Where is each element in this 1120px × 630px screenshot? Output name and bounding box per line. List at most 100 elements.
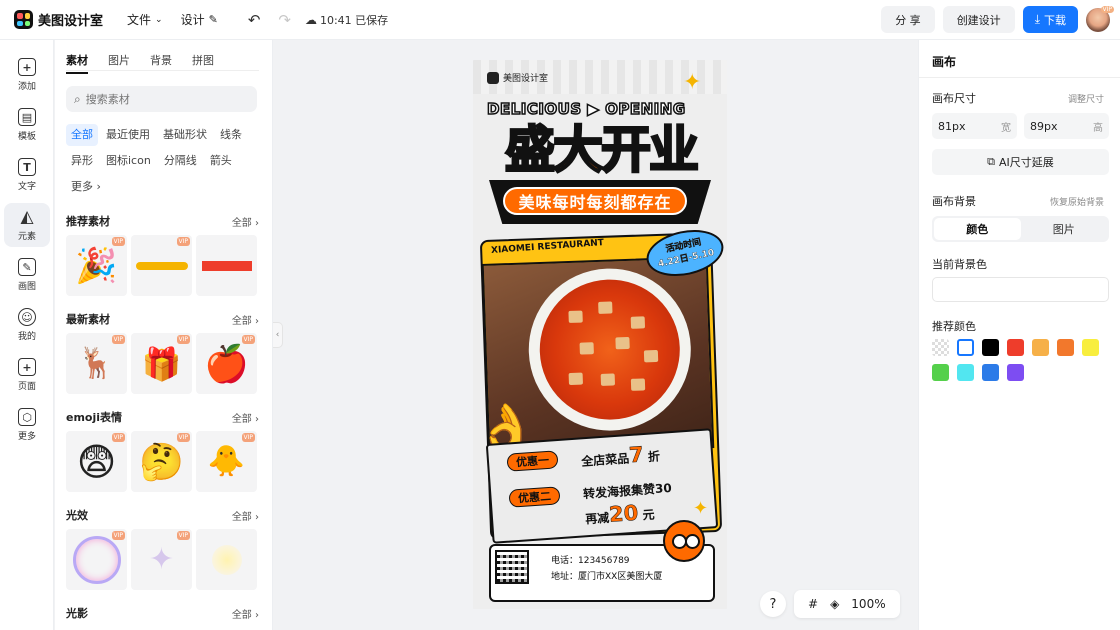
- grid-icon[interactable]: #: [808, 597, 818, 611]
- panel-divider: [919, 77, 1120, 78]
- save-status-text: 10:41 已保存: [319, 13, 389, 27]
- chip-recent[interactable]: 最近使用: [101, 124, 155, 146]
- bg-tab-color[interactable]: 颜色: [934, 218, 1021, 240]
- vip-badge: VIP: [241, 433, 255, 442]
- emoji-shocked-item[interactable]: 😨 VIP: [66, 431, 127, 492]
- brand-logo-icon: [487, 71, 499, 84]
- party-popper-item[interactable]: 🎉 VIP: [66, 235, 127, 296]
- app-name: 美图设计室: [38, 14, 104, 29]
- section-all-link[interactable]: 全部 ›: [232, 410, 259, 425]
- plus-square-icon: +: [18, 58, 36, 76]
- nav-text-label: 文字: [17, 182, 36, 192]
- deal2-unit: 元: [642, 507, 656, 523]
- avatar[interactable]: VIP: [1086, 5, 1114, 32]
- chip-basic-shapes[interactable]: 基础形状: [158, 124, 212, 146]
- nav-mine[interactable]: ☺ 我的: [4, 303, 50, 347]
- nav-add[interactable]: + 添加: [4, 53, 50, 97]
- color-swatch[interactable]: [982, 339, 999, 356]
- resize-link[interactable]: 调整尺寸: [1068, 92, 1104, 105]
- help-button[interactable]: ?: [760, 591, 786, 617]
- restore-bg-link[interactable]: 恢复原始背景: [1050, 195, 1104, 208]
- deal2-tag: 优惠二: [508, 486, 561, 508]
- nav-page[interactable]: + 页面: [4, 353, 50, 397]
- chip-more[interactable]: 更多 ›: [66, 176, 106, 198]
- section-all-link[interactable]: 全部 ›: [232, 214, 259, 229]
- color-swatch[interactable]: [982, 364, 999, 381]
- chip-icons[interactable]: 图标icon: [101, 150, 156, 172]
- redo-icon[interactable]: ↷: [278, 11, 291, 29]
- chip-lines[interactable]: 线条: [215, 124, 247, 146]
- nav-more-label: 更多: [17, 432, 36, 442]
- height-input[interactable]: [1030, 119, 1080, 133]
- section-all-link[interactable]: 全部 ›: [232, 312, 259, 327]
- chip-dividers[interactable]: 分隔线: [159, 150, 202, 172]
- download-icon: ⤓: [1034, 12, 1040, 26]
- color-swatch[interactable]: [1007, 339, 1024, 356]
- bubble-item[interactable]: VIP: [66, 529, 127, 590]
- nav-template[interactable]: ▤ 模板: [4, 103, 50, 147]
- undo-icon[interactable]: ↶: [248, 11, 261, 29]
- material-search[interactable]: ⌕: [66, 86, 257, 112]
- section-title: 推荐素材: [66, 215, 110, 228]
- nav-more[interactable]: ⬡ 更多: [4, 403, 50, 447]
- nav-page-label: 页面: [17, 382, 36, 392]
- canvas-size-label: 画布尺寸: [932, 92, 976, 105]
- width-field[interactable]: 宽: [932, 113, 1017, 139]
- color-swatch[interactable]: [1082, 339, 1099, 356]
- ai-extend-button[interactable]: ⧉ AI尺寸延展: [932, 149, 1109, 175]
- sleigh-item[interactable]: 🦌 VIP: [66, 333, 127, 394]
- layers-icon[interactable]: ◈: [830, 597, 839, 611]
- search-input[interactable]: [85, 92, 236, 106]
- color-swatch[interactable]: [1057, 339, 1074, 356]
- color-swatch[interactable]: [1007, 364, 1024, 381]
- height-field[interactable]: 高: [1024, 113, 1109, 139]
- edit-icon: ✎: [208, 13, 218, 26]
- create-design-button[interactable]: 创建设计: [942, 6, 1015, 33]
- vip-badge: VIP: [176, 531, 190, 540]
- text-icon: T: [18, 158, 36, 176]
- nav-text[interactable]: T 文字: [4, 153, 50, 197]
- color-swatch[interactable]: [957, 364, 974, 381]
- vip-badge: VIP: [176, 433, 190, 442]
- nav-draw[interactable]: ✎ 画图: [4, 253, 50, 297]
- phone: 电话：123456789: [551, 556, 630, 566]
- glow-item[interactable]: [196, 529, 257, 590]
- section-all-link[interactable]: 全部 ›: [232, 508, 259, 523]
- bg-tab-image[interactable]: 图片: [1021, 218, 1108, 240]
- chip-irregular[interactable]: 异形: [66, 150, 98, 172]
- poster-canvas[interactable]: 美图设计室 ✦ DELICIOUS ▶ OPENING 盛大开业 美味每时每刻都…: [473, 60, 727, 609]
- share-button[interactable]: 分 享: [881, 6, 935, 33]
- download-button[interactable]: ⤓ 下载: [1022, 6, 1078, 33]
- color-swatch[interactable]: [932, 364, 949, 381]
- cloud-icon: ☁: [304, 12, 317, 27]
- canvas-properties-panel: 画布 画布尺寸 调整尺寸 宽 高 ⧉AI尺寸延展 画布背景 恢复原始背景 颜色 …: [918, 40, 1120, 630]
- recommended-colors-label: 推荐颜色: [932, 320, 976, 333]
- zoom-level[interactable]: 100%: [851, 597, 885, 611]
- chip-arrows[interactable]: 箭头: [205, 150, 237, 172]
- red-bar-item[interactable]: [196, 235, 257, 296]
- brush-stroke-item[interactable]: VIP: [131, 235, 192, 296]
- emoji-thinking-item[interactable]: 🤔 VIP: [131, 431, 192, 492]
- emoji-chick-item[interactable]: 🐥 VIP: [196, 431, 257, 492]
- app-logo[interactable]: 美图设计室: [14, 10, 103, 29]
- sleigh-icon: 🦌: [77, 346, 116, 381]
- chip-all[interactable]: 全部: [66, 124, 98, 146]
- mascot: [663, 520, 705, 562]
- color-swatch[interactable]: [932, 339, 949, 356]
- nav-elements[interactable]: ◭ 元素: [4, 203, 50, 247]
- material-panel: 素材 图片 背景 拼图 ⌕ 全部 最近使用 基础形状 线条 异形 图标icon …: [55, 40, 273, 630]
- star-flare-item[interactable]: ✦ VIP: [131, 529, 192, 590]
- avatar-vip-badge: VIP: [1100, 5, 1114, 13]
- menu-file[interactable]: 文件 ⌄: [127, 11, 163, 28]
- menu-design[interactable]: 设计 ✎: [181, 11, 218, 28]
- save-status: ☁ 10:41 已保存: [305, 12, 388, 28]
- gift-globe-item[interactable]: 🎁 VIP: [131, 333, 192, 394]
- color-swatch[interactable]: [1032, 339, 1049, 356]
- apple-item[interactable]: 🍎 VIP: [196, 333, 257, 394]
- deal1-tag: 优惠一: [506, 450, 559, 472]
- width-input[interactable]: [938, 119, 988, 133]
- current-bg-color[interactable]: [932, 277, 1109, 302]
- color-swatch[interactable]: [957, 339, 974, 356]
- section-all-link[interactable]: 全部 ›: [232, 606, 259, 621]
- collapse-panel-button[interactable]: ‹: [273, 322, 283, 348]
